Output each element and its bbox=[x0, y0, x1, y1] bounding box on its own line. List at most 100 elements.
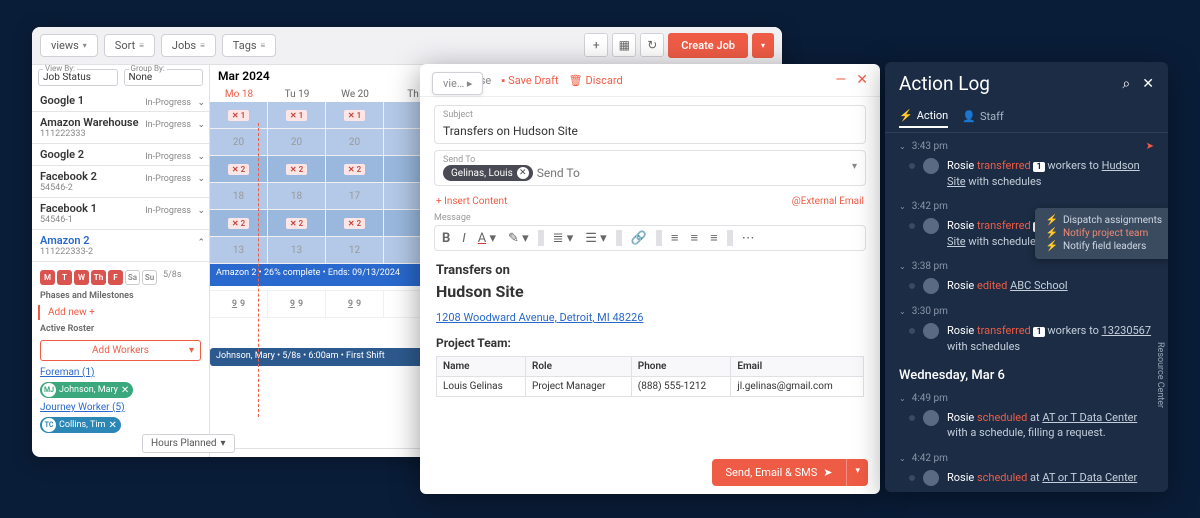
chevron-down-icon[interactable]: ▾ bbox=[852, 161, 857, 172]
table-header: Role bbox=[526, 357, 632, 377]
journey-category[interactable]: Journey Worker (5) bbox=[32, 400, 209, 415]
job-item[interactable]: Facebook 154546-1In-Progress⌄ bbox=[32, 198, 209, 230]
log-time-row[interactable]: ⌄3:30 pm bbox=[885, 302, 1168, 321]
tab-action[interactable]: ⚡Action bbox=[899, 109, 948, 128]
remove-icon[interactable]: ✕ bbox=[517, 167, 529, 179]
create-job-dropdown[interactable]: ▾ bbox=[752, 33, 774, 58]
close-icon[interactable]: ✕ bbox=[1142, 76, 1154, 92]
create-job-button[interactable]: Create Job bbox=[668, 33, 748, 58]
compose-header: ✎Compose ▪Save Draft 🗑Discard — ✕ bbox=[420, 64, 880, 97]
chevron-down-icon: ⌄ bbox=[197, 120, 205, 130]
job-item[interactable]: Google 1In-Progress⌄ bbox=[32, 90, 209, 112]
chevron-down-icon: ⌄ bbox=[197, 152, 205, 162]
align-center-button[interactable]: ≡ bbox=[687, 229, 701, 247]
log-time-row[interactable]: ⌄3:38 pm bbox=[885, 257, 1168, 276]
foreman-category[interactable]: Foreman (1) bbox=[32, 365, 209, 380]
bold-button[interactable]: B bbox=[439, 230, 453, 247]
link-button[interactable]: 🔗 bbox=[628, 230, 650, 247]
footer-total: 1196 bbox=[268, 449, 326, 457]
remove-icon[interactable]: ✕ bbox=[121, 385, 129, 396]
day-header[interactable]: Mo 18 bbox=[210, 87, 268, 102]
sendto-input[interactable] bbox=[537, 166, 857, 180]
insert-content-button[interactable]: + Insert Content bbox=[436, 196, 507, 207]
action-log-panel: Action Log ⌕ ✕ ⚡Action 👤Staff ⌄3:43 pm➤ … bbox=[885, 62, 1168, 492]
text-color-button[interactable]: A ▾ bbox=[475, 230, 499, 247]
day-header[interactable]: Tu 19 bbox=[268, 87, 326, 102]
minimize-icon[interactable]: — bbox=[835, 72, 846, 88]
action-log-header: Action Log ⌕ ✕ bbox=[885, 62, 1168, 105]
add-icon-button[interactable]: + bbox=[584, 33, 608, 57]
view-button[interactable]: vie… ▸ bbox=[432, 72, 483, 95]
footer-total: 1204 bbox=[326, 449, 384, 457]
send-bar: Send, Email & SMS➤ ▾ bbox=[712, 459, 868, 486]
views-dropdown[interactable]: views▾ bbox=[40, 34, 98, 57]
discard-button[interactable]: 🗑Discard bbox=[569, 74, 623, 87]
status-badge: ✕ 2 bbox=[344, 164, 365, 175]
table-header: Email bbox=[731, 357, 864, 377]
job-item[interactable]: Facebook 254546-2In-Progress⌄ bbox=[32, 166, 209, 198]
status-badge: ✕ 2 bbox=[286, 164, 307, 175]
chevron-down-icon: ⌄ bbox=[197, 174, 205, 184]
search-icon[interactable]: ⌕ bbox=[1122, 76, 1130, 92]
view-by-select[interactable]: View By: Job Status bbox=[38, 69, 118, 86]
log-time-row[interactable]: ⌄3:43 pm➤ bbox=[885, 137, 1168, 156]
day-header[interactable]: We 20 bbox=[326, 87, 384, 102]
send-button[interactable]: Send, Email & SMS➤ bbox=[712, 459, 847, 486]
number-list-button[interactable]: ☰ ▾ bbox=[582, 230, 609, 247]
day-pill[interactable]: Su bbox=[142, 270, 157, 285]
job-expanded-section: M T W Th F Sa Su 5/8s bbox=[32, 262, 209, 289]
tab-staff[interactable]: 👤Staff bbox=[962, 109, 1003, 128]
subject-field[interactable]: Subject bbox=[434, 105, 866, 144]
hours-planned-dropdown[interactable]: Hours Planned ▾ bbox=[142, 434, 235, 453]
align-right-button[interactable]: ≡ bbox=[707, 229, 721, 247]
log-time-row[interactable]: ⌄4:49 pm bbox=[885, 389, 1168, 408]
log-time-row[interactable]: ⌄4:42 pm bbox=[885, 449, 1168, 468]
more-button[interactable]: ⋯ bbox=[739, 230, 758, 247]
worker-chip[interactable]: TCCollins, Tim✕ bbox=[40, 417, 121, 433]
menu-item[interactable]: ⚡Dispatch assignments bbox=[1045, 214, 1162, 227]
tags-dropdown[interactable]: Tags≡ bbox=[222, 34, 276, 57]
italic-button[interactable]: I bbox=[459, 230, 468, 247]
filter-icon-button[interactable]: ▦ bbox=[612, 33, 636, 57]
day-pill[interactable]: Th bbox=[91, 270, 106, 285]
job-item-expanded[interactable]: Amazon 2111222333-2⌃ bbox=[32, 230, 209, 262]
subject-input[interactable] bbox=[443, 124, 857, 138]
send-icon[interactable]: ➤ bbox=[1146, 141, 1154, 152]
sort-icon: ≡ bbox=[200, 41, 205, 50]
bullet-list-button[interactable]: ≣ ▾ bbox=[550, 230, 577, 247]
sort-dropdown[interactable]: Sort≡ bbox=[104, 34, 155, 57]
chevron-down-icon: ⌄ bbox=[197, 206, 205, 216]
menu-item[interactable]: ⚡Notify field leaders bbox=[1045, 240, 1162, 253]
person-icon: 👤 bbox=[962, 110, 976, 123]
job-item[interactable]: Amazon Warehouse111222333In-Progress⌄ bbox=[32, 112, 209, 144]
table-cell: Louis Gelinas bbox=[437, 377, 526, 397]
day-pill[interactable]: T bbox=[57, 270, 72, 285]
menu-item[interactable]: ⚡Notify project team bbox=[1045, 227, 1162, 240]
align-left-button[interactable]: ≡ bbox=[668, 229, 682, 247]
jobs-dropdown[interactable]: Jobs≡ bbox=[161, 34, 216, 57]
send-dropdown[interactable]: ▾ bbox=[846, 459, 868, 486]
sendto-field[interactable]: Send To Gelinas, Louis✕ ▾ bbox=[434, 150, 866, 186]
highlight-button[interactable]: ✎ ▾ bbox=[505, 230, 532, 247]
resource-center-tab[interactable]: Resource Center bbox=[1152, 322, 1168, 428]
day-pill[interactable]: Sa bbox=[125, 270, 140, 285]
action-log-list[interactable]: ⌄3:43 pm➤ Rosie transferred 1 workers to… bbox=[885, 133, 1168, 487]
close-icon[interactable]: ✕ bbox=[856, 72, 868, 88]
save-draft-button[interactable]: ▪Save Draft bbox=[501, 74, 558, 87]
day-pill[interactable]: M bbox=[40, 270, 55, 285]
recipient-chip[interactable]: Gelinas, Louis✕ bbox=[443, 165, 533, 181]
refresh-icon-button[interactable]: ↻ bbox=[640, 33, 664, 57]
external-email-toggle[interactable]: @External Email bbox=[792, 196, 864, 207]
log-entry: Rosie scheduled at AT or T Data Center w… bbox=[885, 468, 1168, 487]
group-by-select[interactable]: Group By: None bbox=[124, 69, 204, 86]
job-item[interactable]: Google 2In-Progress⌄ bbox=[32, 144, 209, 166]
day-pill[interactable]: W bbox=[74, 270, 89, 285]
remove-icon[interactable]: ✕ bbox=[108, 420, 116, 431]
day-pill[interactable]: F bbox=[108, 270, 123, 285]
address-link[interactable]: 1208 Woodward Avenue, Detroit, MI 48226 bbox=[436, 311, 864, 324]
chevron-down-icon: ⌄ bbox=[899, 262, 906, 271]
message-body[interactable]: Transfers on Hudson Site 1208 Woodward A… bbox=[434, 259, 866, 401]
add-workers-button[interactable]: Add Workers bbox=[40, 340, 201, 361]
worker-chip[interactable]: MJJohnson, Mary✕ bbox=[40, 382, 133, 398]
add-new-link[interactable]: Add new + bbox=[38, 305, 203, 320]
